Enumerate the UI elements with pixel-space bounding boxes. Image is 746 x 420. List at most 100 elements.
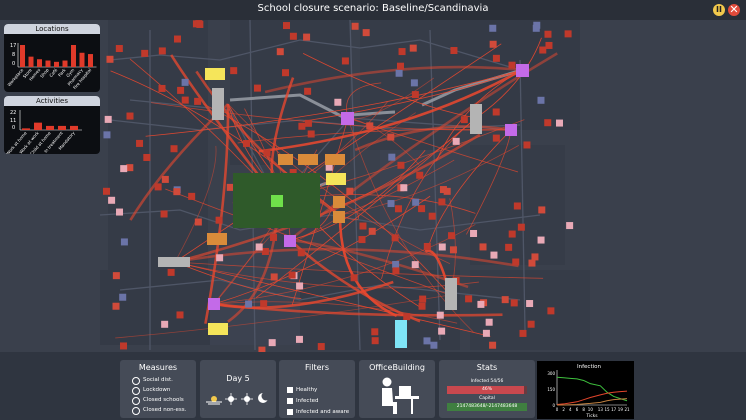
house[interactable]: [410, 79, 418, 87]
house[interactable]: [303, 33, 311, 41]
house[interactable]: [255, 243, 263, 251]
house[interactable]: [120, 342, 128, 350]
house[interactable]: [158, 47, 166, 55]
house[interactable]: [260, 300, 268, 308]
house[interactable]: [537, 236, 545, 244]
house[interactable]: [289, 32, 297, 40]
house[interactable]: [104, 115, 112, 123]
house[interactable]: [366, 122, 374, 130]
social-distance-radio[interactable]: [132, 377, 140, 385]
house[interactable]: [387, 133, 395, 141]
workplace-building[interactable]: [212, 88, 224, 120]
restaurant-building[interactable]: [505, 124, 517, 136]
workplace-building[interactable]: [445, 278, 457, 310]
house[interactable]: [136, 139, 144, 147]
house[interactable]: [477, 300, 485, 308]
house[interactable]: [158, 84, 166, 92]
house[interactable]: [538, 206, 546, 214]
house[interactable]: [362, 29, 370, 37]
house[interactable]: [438, 243, 446, 251]
house[interactable]: [161, 175, 169, 183]
house[interactable]: [181, 96, 189, 104]
house[interactable]: [532, 24, 540, 32]
house[interactable]: [196, 20, 204, 28]
house[interactable]: [482, 329, 490, 337]
house[interactable]: [409, 44, 417, 52]
closed-nonessential-radio[interactable]: [132, 407, 140, 415]
house[interactable]: [304, 119, 312, 127]
house[interactable]: [479, 243, 487, 251]
house[interactable]: [307, 130, 315, 138]
house[interactable]: [112, 302, 120, 310]
house[interactable]: [194, 218, 202, 226]
house[interactable]: [501, 296, 509, 304]
house[interactable]: [282, 22, 290, 30]
house[interactable]: [216, 254, 224, 262]
healthy-checkbox[interactable]: [287, 387, 293, 393]
house[interactable]: [368, 227, 376, 235]
house[interactable]: [391, 234, 399, 242]
house[interactable]: [181, 78, 189, 86]
house[interactable]: [544, 30, 552, 38]
house[interactable]: [392, 260, 400, 268]
house[interactable]: [397, 161, 405, 169]
house[interactable]: [398, 48, 406, 56]
house[interactable]: [450, 47, 458, 55]
house[interactable]: [436, 311, 444, 319]
shop-building[interactable]: [333, 211, 345, 223]
house[interactable]: [400, 184, 408, 192]
shop-building[interactable]: [298, 154, 318, 165]
house[interactable]: [263, 149, 271, 157]
house[interactable]: [341, 57, 349, 65]
house[interactable]: [411, 91, 419, 99]
house[interactable]: [371, 337, 379, 345]
house[interactable]: [167, 268, 175, 276]
house[interactable]: [245, 300, 253, 308]
house[interactable]: [531, 253, 539, 261]
restaurant-building[interactable]: [208, 298, 220, 310]
house[interactable]: [115, 45, 123, 53]
house[interactable]: [418, 205, 426, 213]
house[interactable]: [403, 313, 411, 321]
house[interactable]: [143, 153, 151, 161]
infected-checkbox[interactable]: [287, 398, 293, 404]
house[interactable]: [545, 41, 553, 49]
house[interactable]: [460, 116, 468, 124]
house[interactable]: [470, 229, 478, 237]
house[interactable]: [508, 61, 516, 69]
house[interactable]: [288, 271, 296, 279]
house[interactable]: [537, 96, 545, 104]
house[interactable]: [297, 249, 305, 257]
house[interactable]: [120, 238, 128, 246]
school-building[interactable]: [208, 323, 228, 335]
house[interactable]: [161, 320, 169, 328]
house[interactable]: [448, 232, 456, 240]
house[interactable]: [276, 48, 284, 56]
restaurant-building[interactable]: [516, 64, 529, 77]
house[interactable]: [523, 141, 531, 149]
shop-building[interactable]: [325, 154, 345, 165]
house[interactable]: [489, 40, 497, 48]
house[interactable]: [419, 295, 427, 303]
house[interactable]: [102, 187, 110, 195]
house[interactable]: [295, 335, 303, 343]
house[interactable]: [268, 339, 276, 347]
house[interactable]: [173, 188, 181, 196]
house[interactable]: [351, 22, 359, 30]
shop-building[interactable]: [207, 233, 227, 245]
house[interactable]: [485, 318, 493, 326]
house[interactable]: [176, 311, 184, 319]
house[interactable]: [411, 261, 419, 269]
house[interactable]: [270, 233, 278, 241]
house[interactable]: [465, 295, 473, 303]
house[interactable]: [243, 139, 251, 147]
house[interactable]: [526, 300, 534, 308]
house[interactable]: [489, 341, 497, 349]
house[interactable]: [544, 119, 552, 127]
house[interactable]: [126, 112, 134, 120]
house[interactable]: [215, 216, 223, 224]
house[interactable]: [492, 54, 500, 62]
shop-building[interactable]: [333, 196, 345, 208]
infected-aware-checkbox[interactable]: [287, 409, 293, 415]
house[interactable]: [452, 137, 460, 145]
